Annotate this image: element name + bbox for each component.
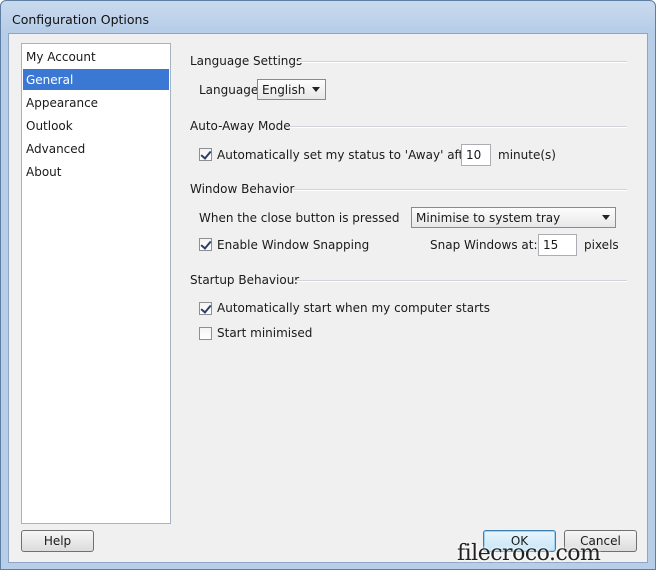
auto-away-unit-label: minute(s)	[498, 148, 556, 162]
help-button[interactable]: Help	[21, 530, 94, 552]
sidebar-item-outlook[interactable]: Outlook	[23, 115, 169, 136]
auto-start-checkbox[interactable]	[199, 302, 212, 315]
auto-away-section-divider	[289, 126, 627, 128]
window-behavior-section-divider	[293, 189, 627, 191]
dialog-client-area: My Account General Appearance Outlook Ad…	[8, 33, 648, 563]
auto-away-checkbox[interactable]	[199, 148, 212, 161]
start-minimised-label: Start minimised	[217, 326, 313, 340]
auto-start-label: Automatically start when my computer sta…	[217, 301, 490, 315]
auto-away-minutes-input[interactable]: 10	[461, 144, 491, 166]
startup-section-title: Startup Behaviour	[190, 273, 300, 287]
window-snapping-checkbox[interactable]	[199, 238, 212, 251]
language-section-divider	[297, 61, 627, 63]
snap-windows-at-label: Snap Windows at:	[430, 238, 538, 252]
category-list: My Account General Appearance Outlook Ad…	[21, 43, 171, 524]
close-action-select[interactable]: Minimise to system tray	[411, 207, 616, 228]
sidebar-item-my-account[interactable]: My Account	[23, 46, 169, 67]
language-select-value: English	[262, 83, 306, 97]
snap-distance-input[interactable]: 15	[538, 234, 577, 256]
auto-away-section-title: Auto-Away Mode	[190, 119, 291, 133]
close-button-label: When the close button is pressed	[199, 211, 400, 225]
start-minimised-checkbox[interactable]	[199, 327, 212, 340]
sidebar-item-about[interactable]: About	[23, 161, 169, 182]
watermark-logo: filecroco.com	[457, 541, 601, 566]
window-snapping-label: Enable Window Snapping	[217, 238, 370, 252]
language-label: Language	[199, 83, 259, 97]
snap-unit-label: pixels	[584, 238, 619, 252]
startup-section-divider	[294, 280, 627, 282]
title-bar[interactable]: Configuration Options	[1, 1, 655, 35]
close-action-select-value: Minimise to system tray	[416, 211, 561, 225]
sidebar-item-advanced[interactable]: Advanced	[23, 138, 169, 159]
language-select[interactable]: English	[257, 79, 326, 100]
auto-away-label: Automatically set my status to 'Away' af…	[217, 148, 476, 162]
chevron-down-icon	[602, 215, 610, 220]
sidebar-item-appearance[interactable]: Appearance	[23, 92, 169, 113]
sidebar-item-general[interactable]: General	[23, 69, 169, 90]
configuration-window: Configuration Options My Account General…	[0, 0, 656, 570]
window-title: Configuration Options	[12, 12, 149, 27]
window-behavior-section-title: Window Behavior	[190, 182, 295, 196]
language-section-title: Language Settings	[190, 54, 303, 68]
chevron-down-icon	[312, 87, 320, 92]
